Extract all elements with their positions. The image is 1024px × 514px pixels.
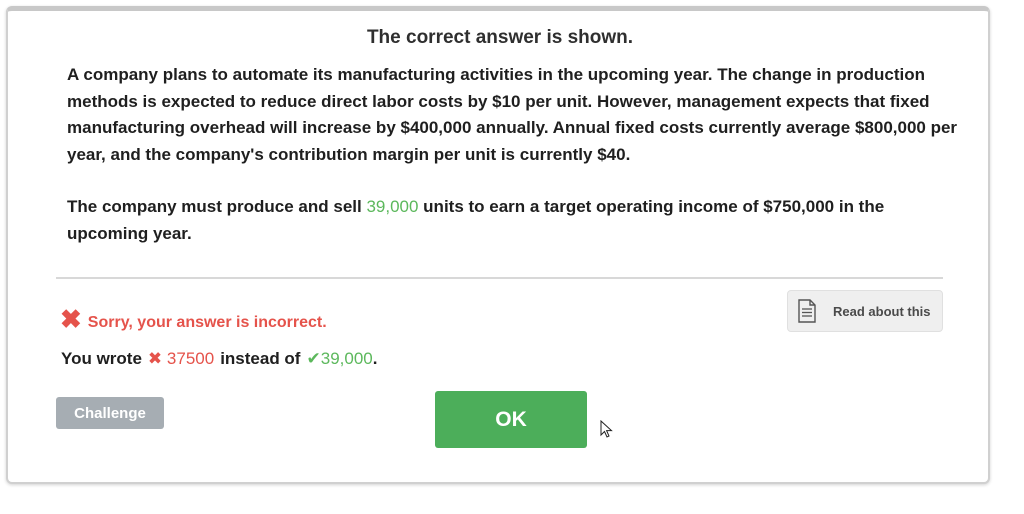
question-text-before: The company must produce and sell: [67, 197, 367, 216]
feedback-text: Sorry, your answer is incorrect.: [87, 313, 327, 331]
feedback-message: ✖ Sorry, your answer is incorrect.: [60, 304, 327, 338]
wrong-answer-value: 37500: [166, 349, 215, 368]
question-paragraph-2: The company must produce and sell 39,000…: [67, 194, 967, 247]
read-about-this-label: Read about this: [833, 303, 931, 319]
correct-answer-feedback-value: 39,000: [320, 349, 373, 368]
x-icon: ✖: [60, 304, 82, 334]
trailing-period: .: [372, 349, 378, 368]
question-text: A company plans to automate its manufact…: [67, 62, 967, 247]
page-title: The correct answer is shown.: [366, 27, 634, 48]
correct-answer-value: 39,000: [366, 197, 419, 216]
ok-button[interactable]: OK: [435, 391, 587, 448]
challenge-button[interactable]: Challenge: [56, 397, 164, 429]
divider: [56, 277, 943, 279]
wrong-answer: ✖ 37500: [148, 349, 214, 369]
wrong-x-icon: ✖: [147, 349, 163, 368]
instead-of-label: instead of: [220, 349, 301, 368]
mouse-cursor-icon: [600, 420, 613, 438]
correct-answer: ✔39,000: [306, 349, 372, 369]
document-icon: [798, 299, 816, 323]
answer-comparison: You wrote ✖ 37500 instead of ✔39,000.: [61, 349, 377, 369]
checkmark-icon: ✔: [306, 349, 321, 368]
question-paragraph-1: A company plans to automate its manufact…: [67, 65, 958, 164]
you-wrote-label: You wrote: [61, 349, 142, 368]
read-about-this-button[interactable]: Read about this: [787, 290, 943, 332]
